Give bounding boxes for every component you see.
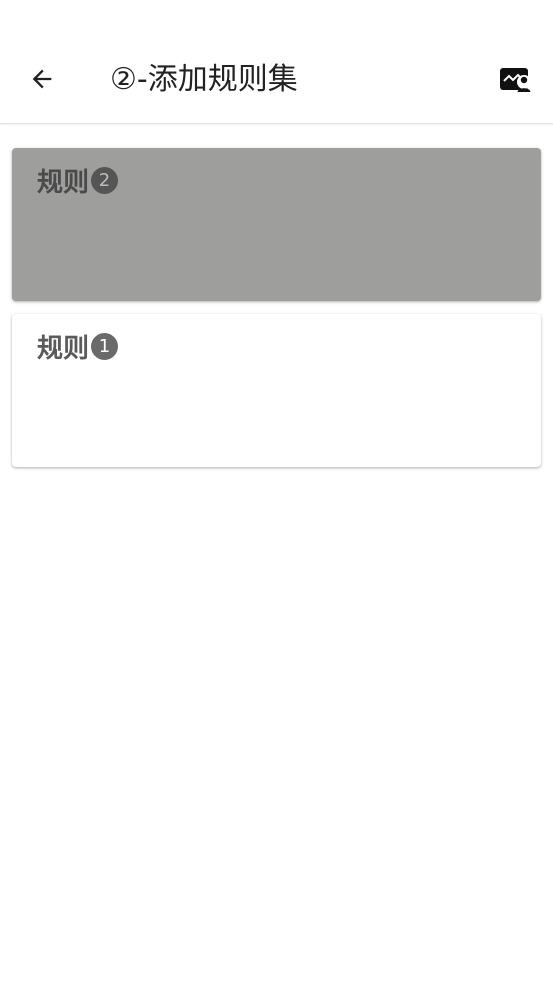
rule-number-badge: 2: [91, 167, 119, 194]
rule-card-1[interactable]: 规则 1: [12, 314, 541, 467]
rule-name: 规则: [37, 334, 90, 364]
rule-card-label: 规则 1: [37, 328, 119, 365]
rule-card-2[interactable]: 规则 2: [12, 148, 541, 301]
rule-card-label: 规则 2: [37, 162, 119, 199]
app-bar: ②-添加规则集: [0, 36, 553, 124]
rule-number-badge: 1: [91, 333, 119, 360]
page-title: ②-添加规则集: [110, 62, 298, 97]
back-button[interactable]: [18, 55, 66, 103]
image-person-icon: [500, 68, 531, 92]
arrow-left-icon: [32, 69, 52, 89]
status-bar: [0, 0, 553, 36]
image-person-button[interactable]: [492, 58, 540, 102]
rule-name: 规则: [37, 168, 90, 198]
